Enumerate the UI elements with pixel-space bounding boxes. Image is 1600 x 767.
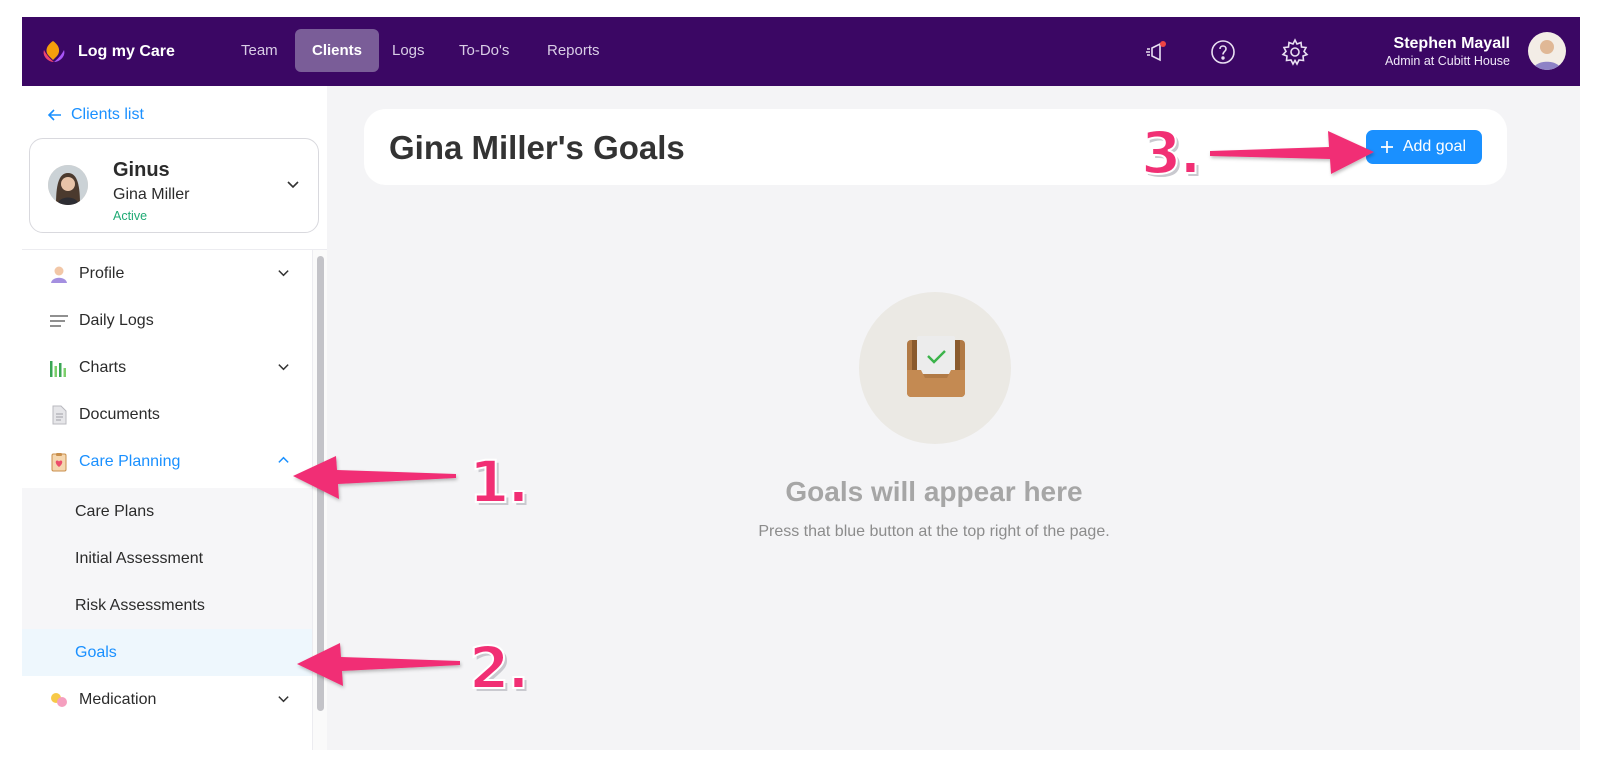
annotation-number-2: 2.: [468, 633, 530, 703]
sidebar-scrollbar[interactable]: [312, 250, 327, 750]
client-avatar: [48, 165, 88, 205]
sidebar-item-label: Care Planning: [79, 452, 181, 470]
chevron-up-icon: [278, 456, 289, 463]
sidebar-subitem-care-plans[interactable]: Care Plans: [22, 488, 312, 535]
clients-list-link[interactable]: Clients list: [47, 106, 144, 124]
bar-chart-icon: [50, 360, 66, 377]
list-icon: [50, 314, 68, 327]
sidebar-subitem-goals[interactable]: Goals: [22, 629, 312, 676]
add-goal-label: Add goal: [1402, 138, 1466, 155]
client-status: Active: [113, 209, 148, 223]
sidebar-item-daily-logs[interactable]: Daily Logs: [22, 297, 312, 344]
profile-icon: [51, 266, 67, 283]
plus-icon: [1380, 141, 1393, 153]
empty-state-illustration: [859, 292, 1011, 444]
sidebar-item-label: Charts: [79, 358, 127, 376]
sidebar-item-label: Medication: [79, 690, 157, 708]
user-avatar[interactable]: [1528, 32, 1566, 70]
sidebar-item-label: Documents: [79, 405, 160, 423]
empty-state-title: Goals will appear here: [785, 476, 1083, 507]
app-window: Log my Care Team Clients Logs To-Do's Re…: [22, 17, 1580, 750]
chevron-down-icon: [278, 696, 289, 703]
page-header-card: Gina Miller's Goals Add goal: [364, 109, 1507, 185]
nav-todos[interactable]: To-Do's: [442, 29, 526, 72]
annotation-number-3: 3.: [1140, 118, 1202, 188]
chevron-down-icon[interactable]: [286, 177, 300, 191]
sidebar-item-label: Daily Logs: [79, 311, 154, 329]
client-nickname: Ginus: [113, 159, 170, 181]
inbox-check-icon: [907, 336, 965, 397]
sidebar-subitem-initial-assessment[interactable]: Initial Assessment: [22, 535, 312, 582]
sidebar-item-documents[interactable]: Documents: [22, 391, 312, 438]
logo-icon: [43, 41, 65, 62]
chevron-down-icon: [278, 270, 289, 277]
nav-reports[interactable]: Reports: [530, 29, 617, 72]
sidebar: Clients list Ginus Gina Miller Active Pr…: [22, 86, 327, 750]
client-switcher[interactable]: Ginus Gina Miller Active: [29, 138, 319, 233]
annotation-number-1: 1.: [468, 447, 530, 517]
empty-state-subtitle: Press that blue button at the top right …: [758, 523, 1110, 540]
nav-team[interactable]: Team: [224, 29, 295, 72]
sidebar-item-medication[interactable]: Medication: [22, 676, 312, 723]
scrollbar-thumb[interactable]: [317, 256, 324, 711]
add-goal-button[interactable]: Add goal: [1365, 130, 1482, 164]
sidebar-menu: Profile Daily Logs Charts Documents Care…: [22, 250, 312, 723]
help-icon[interactable]: [1208, 37, 1238, 67]
announcement-icon[interactable]: [1142, 37, 1172, 67]
pills-icon: [51, 692, 67, 707]
user-role: Admin at Cubitt House: [1384, 54, 1510, 68]
sidebar-item-care-planning[interactable]: Care Planning: [22, 438, 312, 485]
user-info[interactable]: Stephen Mayall Admin at Cubitt House: [1385, 34, 1510, 69]
client-name: Gina Miller: [113, 186, 190, 203]
brand-logo[interactable]: Log my Care: [40, 35, 175, 69]
clipboard-heart-icon: [51, 452, 67, 471]
sidebar-subitem-risk-assessments[interactable]: Risk Assessments: [22, 582, 312, 629]
brand-name: Log my Care: [78, 43, 175, 60]
nav-clients[interactable]: Clients: [295, 29, 380, 72]
sidebar-item-label: Profile: [79, 264, 125, 282]
document-icon: [52, 405, 67, 424]
page-title: Gina Miller's Goals: [389, 129, 685, 166]
settings-icon[interactable]: [1280, 37, 1310, 67]
sidebar-item-charts[interactable]: Charts: [22, 344, 312, 391]
arrow-left-icon: [47, 109, 61, 121]
clients-list-label: Clients list: [71, 106, 144, 123]
sidebar-item-profile[interactable]: Profile: [22, 250, 312, 297]
top-navbar: Log my Care Team Clients Logs To-Do's Re…: [22, 17, 1580, 86]
nav-logs[interactable]: Logs: [375, 29, 442, 72]
chevron-down-icon: [278, 364, 289, 371]
user-name: Stephen Mayall: [1393, 35, 1510, 52]
